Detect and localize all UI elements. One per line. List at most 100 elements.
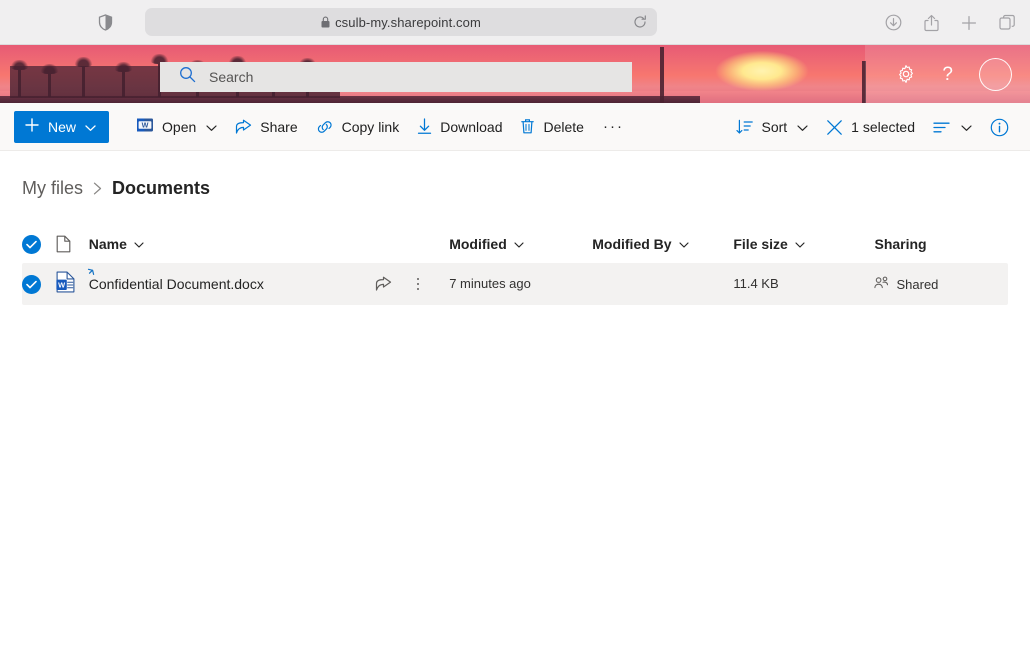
breadcrumb: My files Documents [0, 151, 1030, 225]
new-tab-icon[interactable] [961, 15, 977, 31]
open-label: Open [162, 118, 197, 135]
sort-label: Sort [761, 119, 788, 135]
row-file-icon-cell: W [56, 271, 88, 298]
browser-toolbar: csulb-my.sharepoint.com [0, 0, 1030, 45]
tab-overview-icon[interactable] [999, 14, 1016, 31]
row-select-cell [22, 274, 56, 294]
delete-button[interactable]: Delete [511, 109, 592, 145]
browser-right-icons [885, 0, 1016, 45]
help-glyph: ? [942, 63, 953, 85]
close-icon [826, 119, 843, 136]
download-icon [417, 118, 432, 135]
new-button-label: New [48, 118, 77, 135]
download-label: Download [440, 118, 503, 135]
more-commands-button[interactable]: ··· [593, 118, 634, 135]
palm-tree-icon [40, 64, 59, 97]
sharing-column-label: Sharing [874, 236, 927, 252]
selection-count-label: 1 selected [851, 119, 915, 135]
breadcrumb-documents[interactable]: Documents [112, 178, 210, 199]
breadcrumb-my-files[interactable]: My files [22, 178, 83, 199]
modified-value: 7 minutes ago [449, 276, 531, 291]
lock-icon [321, 16, 330, 28]
search-icon [179, 66, 196, 88]
row-file-size-cell: 11.4 KB [733, 275, 874, 293]
info-icon [990, 118, 1009, 137]
chevron-down-icon [795, 236, 805, 252]
details-button[interactable] [981, 109, 1018, 145]
chevron-down-icon [797, 119, 808, 135]
name-column-label: Name [88, 236, 127, 252]
command-bar: New W Open Share Copy link Download Dele… [0, 103, 1030, 151]
open-button[interactable]: W Open [127, 109, 226, 145]
modified-by-column-header[interactable]: Modified By [592, 236, 733, 252]
modified-column-header[interactable]: Modified [449, 236, 592, 252]
command-bar-right: Sort 1 selected [727, 103, 1018, 151]
download-button[interactable]: Download [408, 109, 511, 145]
file-name[interactable]: Confidential Document.docx [89, 276, 264, 292]
help-icon[interactable]: ? [942, 65, 953, 84]
chevron-right-icon [93, 182, 102, 195]
view-options-icon [933, 121, 951, 134]
suite-header: Search ? [0, 45, 1030, 103]
copy-link-label: Copy link [341, 118, 400, 135]
suite-header-icons: ? [896, 45, 1030, 103]
share-label: Share [260, 118, 298, 135]
palm-tree-icon [10, 60, 29, 97]
sort-icon [736, 119, 754, 135]
row-sharing-cell[interactable]: Shared [874, 276, 1008, 292]
share-button[interactable]: Share [226, 109, 306, 145]
select-all-checkbox[interactable] [22, 234, 41, 254]
svg-text:W: W [142, 121, 149, 130]
sort-button[interactable]: Sort [727, 109, 817, 145]
chevron-down-icon [85, 119, 96, 135]
sharing-value: Shared [896, 276, 939, 292]
word-app-icon: W [136, 116, 154, 137]
file-type-column-header[interactable] [56, 235, 88, 253]
file-list: Name Modified Modified By File size Shar… [0, 225, 1030, 305]
chevron-down-icon [679, 236, 689, 252]
avatar[interactable] [979, 57, 1012, 91]
file-size-column-label: File size [733, 236, 788, 252]
url-text: csulb-my.sharepoint.com [335, 14, 481, 30]
downloads-icon[interactable] [885, 14, 902, 31]
link-icon [316, 119, 334, 135]
row-name-cell[interactable]: Confidential Document.docx [87, 268, 375, 292]
chevron-down-icon [514, 236, 524, 252]
copy-link-button[interactable]: Copy link [307, 109, 409, 145]
search-placeholder: Search [209, 69, 254, 85]
file-size-column-header[interactable]: File size [733, 236, 874, 252]
word-file-icon: W [56, 271, 75, 298]
address-bar[interactable]: csulb-my.sharepoint.com [145, 8, 657, 36]
shield-icon[interactable] [98, 13, 113, 31]
lamp-post [660, 47, 664, 103]
document-icon [56, 235, 71, 253]
chevron-down-icon [206, 119, 217, 135]
row-checkbox[interactable] [22, 274, 41, 294]
palm-tree-icon [114, 62, 133, 97]
sharing-column-header[interactable]: Sharing [874, 236, 1008, 252]
reload-icon[interactable] [633, 15, 647, 29]
gear-icon[interactable] [896, 64, 916, 84]
select-all-cell [22, 234, 56, 254]
chevron-down-icon [961, 119, 972, 135]
table-row[interactable]: W Confidential Document.docx 7 minutes a… [22, 263, 1008, 305]
file-list-header: Name Modified Modified By File size Shar… [22, 225, 1008, 263]
modified-by-column-label: Modified By [592, 236, 672, 252]
share-icon[interactable] [924, 14, 939, 32]
clear-selection-button[interactable]: 1 selected [817, 109, 924, 145]
search-input[interactable]: Search [160, 62, 632, 92]
row-actions-cell [375, 274, 449, 295]
share-icon[interactable] [375, 276, 392, 292]
modified-column-label: Modified [449, 236, 507, 252]
row-more-actions-icon[interactable] [414, 274, 423, 295]
file-size-value: 11.4 KB [733, 276, 779, 291]
chevron-down-icon [134, 236, 144, 252]
new-button[interactable]: New [14, 110, 110, 143]
row-modified-cell: 7 minutes ago [449, 275, 592, 293]
name-column-header[interactable]: Name [89, 236, 375, 252]
svg-text:W: W [58, 280, 65, 289]
view-options-button[interactable] [924, 109, 981, 145]
plus-icon [25, 118, 39, 135]
trash-icon [520, 118, 535, 135]
share-icon [235, 119, 252, 135]
